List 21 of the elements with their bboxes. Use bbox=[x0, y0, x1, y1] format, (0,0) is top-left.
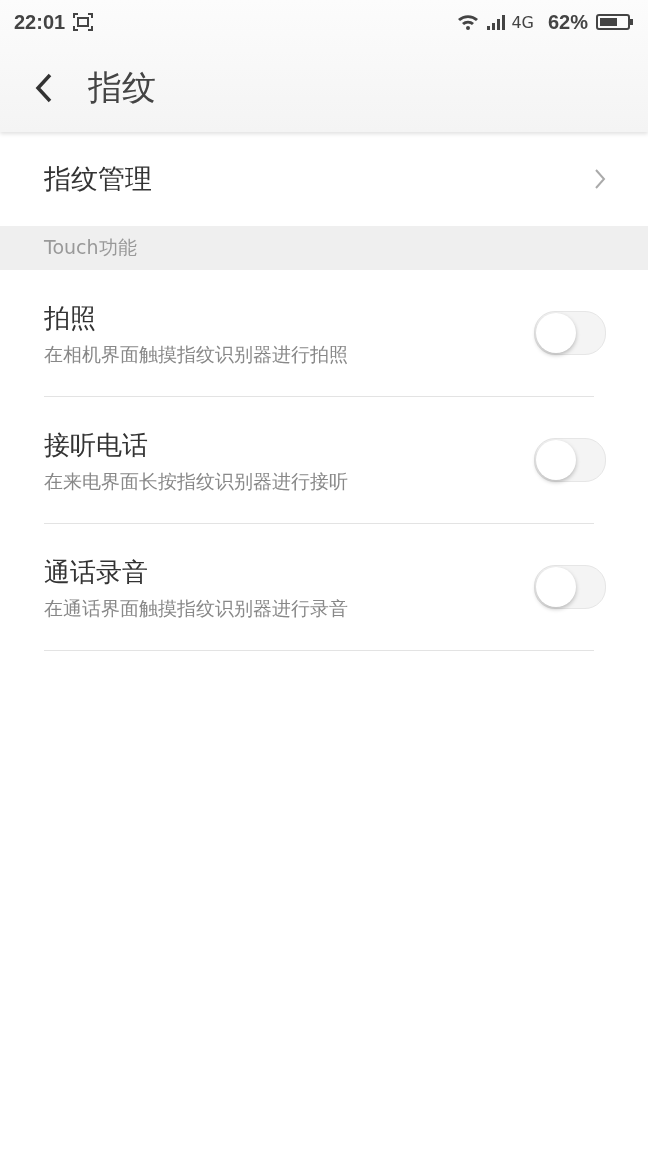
page-title: 指纹 bbox=[88, 66, 156, 109]
wifi-icon bbox=[457, 13, 480, 31]
setting-title: 通话录音 bbox=[44, 555, 149, 589]
back-button[interactable] bbox=[34, 72, 54, 104]
toggle-switch[interactable] bbox=[534, 311, 606, 355]
setting-description: 在通话界面触摸指纹识别器进行录音 bbox=[44, 595, 348, 621]
menu-item[interactable]: 指纹管理 bbox=[0, 132, 648, 226]
toggle-switch[interactable] bbox=[534, 565, 606, 609]
chevron-icon bbox=[594, 168, 606, 190]
toggle-switch[interactable] bbox=[534, 438, 606, 482]
battery-icon bbox=[596, 13, 634, 31]
setting-title: 拍照 bbox=[44, 301, 97, 335]
section-header: Touch功能 bbox=[44, 235, 137, 260]
clock-time: 22:01 bbox=[14, 10, 66, 34]
battery-percent: 62% bbox=[547, 10, 588, 34]
network-type: 4G bbox=[511, 12, 534, 32]
signal-icon bbox=[487, 13, 508, 31]
screenshot-icon bbox=[73, 13, 94, 31]
setting-description: 在来电界面长按指纹识别器进行接听 bbox=[44, 468, 348, 494]
setting-description: 在相机界面触摸指纹识别器进行拍照 bbox=[44, 341, 348, 367]
setting-title: 接听电话 bbox=[44, 428, 149, 462]
